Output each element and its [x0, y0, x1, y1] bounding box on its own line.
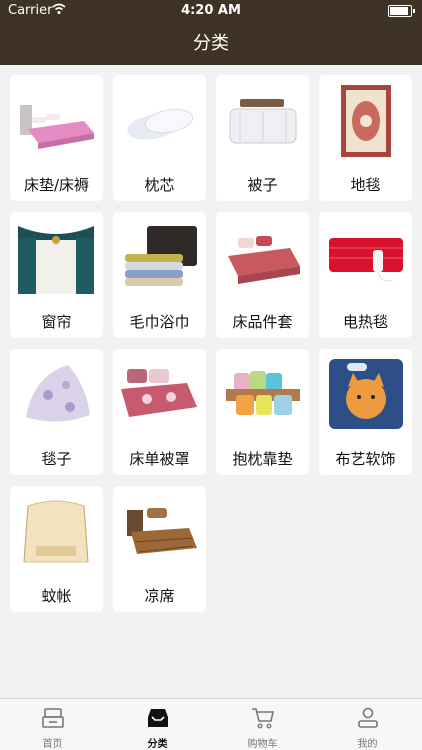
- tab-home[interactable]: 首页: [0, 699, 105, 750]
- tab-profile-label: 我的: [357, 739, 378, 750]
- tab-profile[interactable]: 我的: [315, 699, 420, 750]
- tab-home-label: 首页: [42, 739, 63, 750]
- tab-category-label: 分类: [147, 739, 168, 750]
- category-card[interactable]: 抱枕靠垫: [216, 349, 309, 475]
- battery-icon: [388, 5, 415, 17]
- category-card[interactable]: 凉席: [113, 486, 206, 612]
- category-label: 凉席: [144, 587, 175, 605]
- page-title: 分类: [193, 33, 229, 54]
- category-label: 电热毯: [342, 313, 388, 331]
- category-card[interactable]: 床垫/床褥: [10, 75, 103, 201]
- mosquito-net-image: [23, 500, 89, 563]
- category-label: 蚊帐: [41, 587, 72, 605]
- bed-sheet-image: [121, 369, 197, 417]
- category-label: 窗帘: [41, 313, 72, 331]
- quilt-image: [229, 99, 297, 144]
- category-icon: [148, 709, 168, 727]
- status-time: 4:20 AM: [181, 3, 241, 18]
- summer-mat-image: [127, 508, 197, 554]
- category-label: 床单被罩: [129, 450, 190, 468]
- category-label: 枕芯: [144, 176, 175, 194]
- category-card[interactable]: 被子: [216, 75, 309, 201]
- category-label: 毛巾浴巾: [129, 313, 190, 331]
- category-card[interactable]: 蚊帐: [10, 486, 103, 612]
- category-label: 布艺软饰: [335, 450, 396, 468]
- category-card[interactable]: 床单被罩: [113, 349, 206, 475]
- category-card[interactable]: 地毯: [319, 75, 412, 201]
- category-label: 被子: [247, 176, 278, 194]
- category-label: 抱枕靠垫: [232, 450, 293, 468]
- category-card[interactable]: 枕芯: [113, 75, 206, 201]
- bed-mattress-image: [20, 105, 94, 149]
- category-label: 毯子: [41, 450, 72, 468]
- tab-cart[interactable]: 购物车: [210, 699, 315, 750]
- category-label: 床垫/床褥: [23, 176, 90, 194]
- electric-blanket-image: [329, 238, 403, 282]
- cushion-image: [226, 371, 300, 415]
- tab-category[interactable]: 分类: [105, 699, 210, 750]
- fabric-decor-image: [329, 359, 403, 429]
- category-card[interactable]: 窗帘: [10, 212, 103, 338]
- category-label: 床品件套: [232, 313, 293, 331]
- category-card[interactable]: 毯子: [10, 349, 103, 475]
- status-bar: Carrier 4:20 AM: [0, 0, 422, 22]
- carpet-image: [341, 85, 391, 157]
- blanket-image: [26, 365, 90, 422]
- curtain-image: [18, 226, 94, 294]
- bedding-set-image: [228, 236, 300, 284]
- nav-bar: 分类: [0, 22, 422, 65]
- home-icon: [42, 708, 64, 728]
- category-card[interactable]: 电热毯: [319, 212, 412, 338]
- category-card[interactable]: 毛巾浴巾: [113, 212, 206, 338]
- towel-image: [125, 226, 197, 286]
- category-label: 地毯: [350, 176, 381, 194]
- category-card[interactable]: 布艺软饰: [319, 349, 412, 475]
- cart-icon: [252, 708, 274, 729]
- tab-cart-label: 购物车: [247, 739, 278, 750]
- pillow-image: [127, 108, 194, 140]
- profile-icon: [358, 707, 378, 728]
- tab-bar: 首页 分类 购物车 我的: [0, 698, 422, 750]
- category-card[interactable]: 床品件套: [216, 212, 309, 338]
